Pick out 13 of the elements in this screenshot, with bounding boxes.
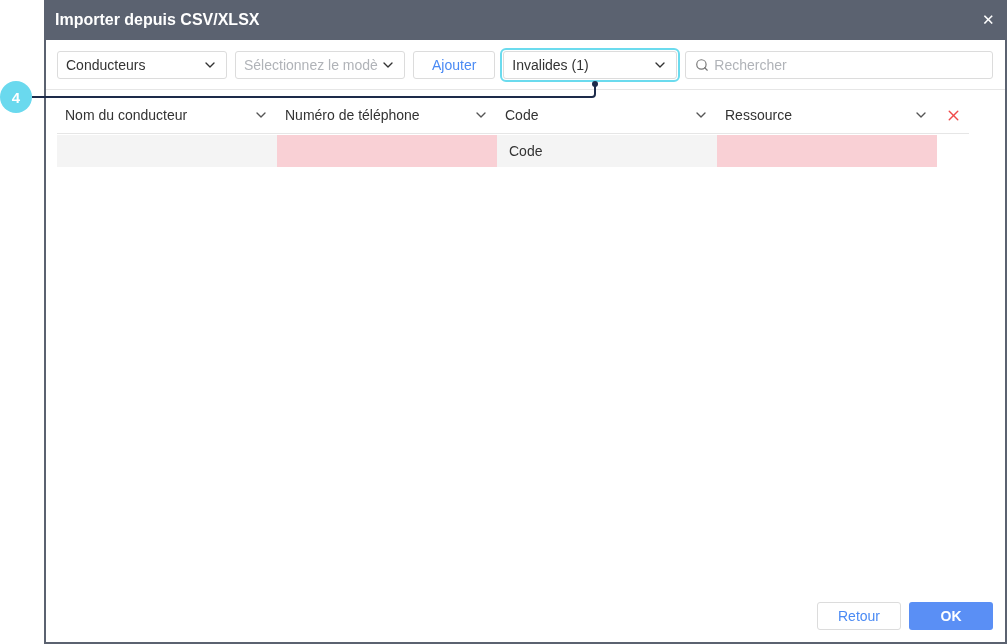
callout-badge: 4 <box>0 81 32 113</box>
filter-dropdown[interactable]: Invalides (1) <box>503 51 678 79</box>
search-icon <box>695 58 710 72</box>
window-title: Importer depuis CSV/XLSX <box>55 11 260 29</box>
column-header[interactable]: Ressource <box>717 107 937 123</box>
column-header[interactable]: Code <box>497 107 717 123</box>
back-button[interactable]: Retour <box>817 602 901 630</box>
close-button[interactable]: ✕ <box>982 11 995 29</box>
search-field[interactable]: Rechercher <box>685 51 993 79</box>
column-header[interactable]: Numéro de téléphone <box>277 107 497 123</box>
table-cell: Code <box>497 135 717 167</box>
column-header[interactable]: Nom du conducteur <box>57 107 277 123</box>
type-dropdown[interactable]: Conducteurs <box>57 51 227 79</box>
